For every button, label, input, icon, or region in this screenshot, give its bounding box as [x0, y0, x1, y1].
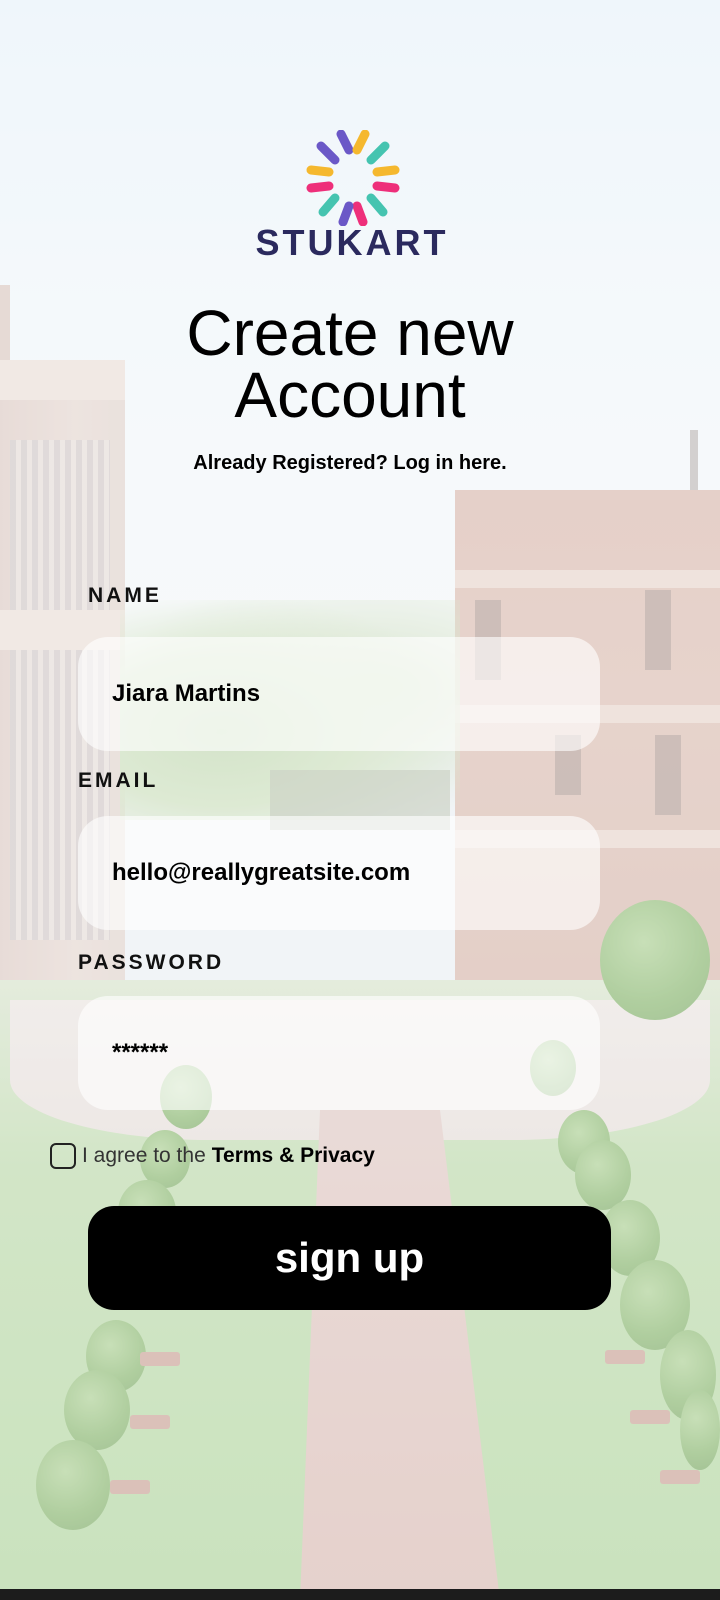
- name-field[interactable]: Jiara Martins: [78, 637, 600, 751]
- email-label: EMAIL: [78, 769, 159, 792]
- password-label: PASSWORD: [78, 951, 225, 974]
- terms-prefix: I agree to the: [82, 1144, 206, 1167]
- stukart-logo-icon: [263, 130, 443, 226]
- password-value: ******: [112, 1039, 169, 1066]
- name-label: NAME: [88, 584, 162, 607]
- page-title-line-1: Create new: [186, 297, 514, 369]
- terms-privacy-link[interactable]: Terms & Privacy: [212, 1144, 375, 1168]
- terms-agreement: I agree to the Terms & Privacy: [50, 1143, 375, 1169]
- login-link[interactable]: Already Registered? Log in here.: [150, 452, 550, 475]
- email-field[interactable]: hello@reallygreatsite.com: [78, 816, 600, 930]
- terms-checkbox[interactable]: [50, 1143, 76, 1169]
- page-title: Create new Account: [100, 297, 600, 431]
- sign-up-button[interactable]: sign up: [88, 1206, 611, 1310]
- page-title-line-2: Account: [234, 359, 466, 431]
- password-field[interactable]: ******: [78, 996, 600, 1110]
- email-value: hello@reallygreatsite.com: [112, 859, 411, 886]
- brand-name: STUKART: [255, 222, 449, 263]
- system-nav-bar: [0, 1589, 720, 1600]
- name-value: Jiara Martins: [112, 680, 261, 707]
